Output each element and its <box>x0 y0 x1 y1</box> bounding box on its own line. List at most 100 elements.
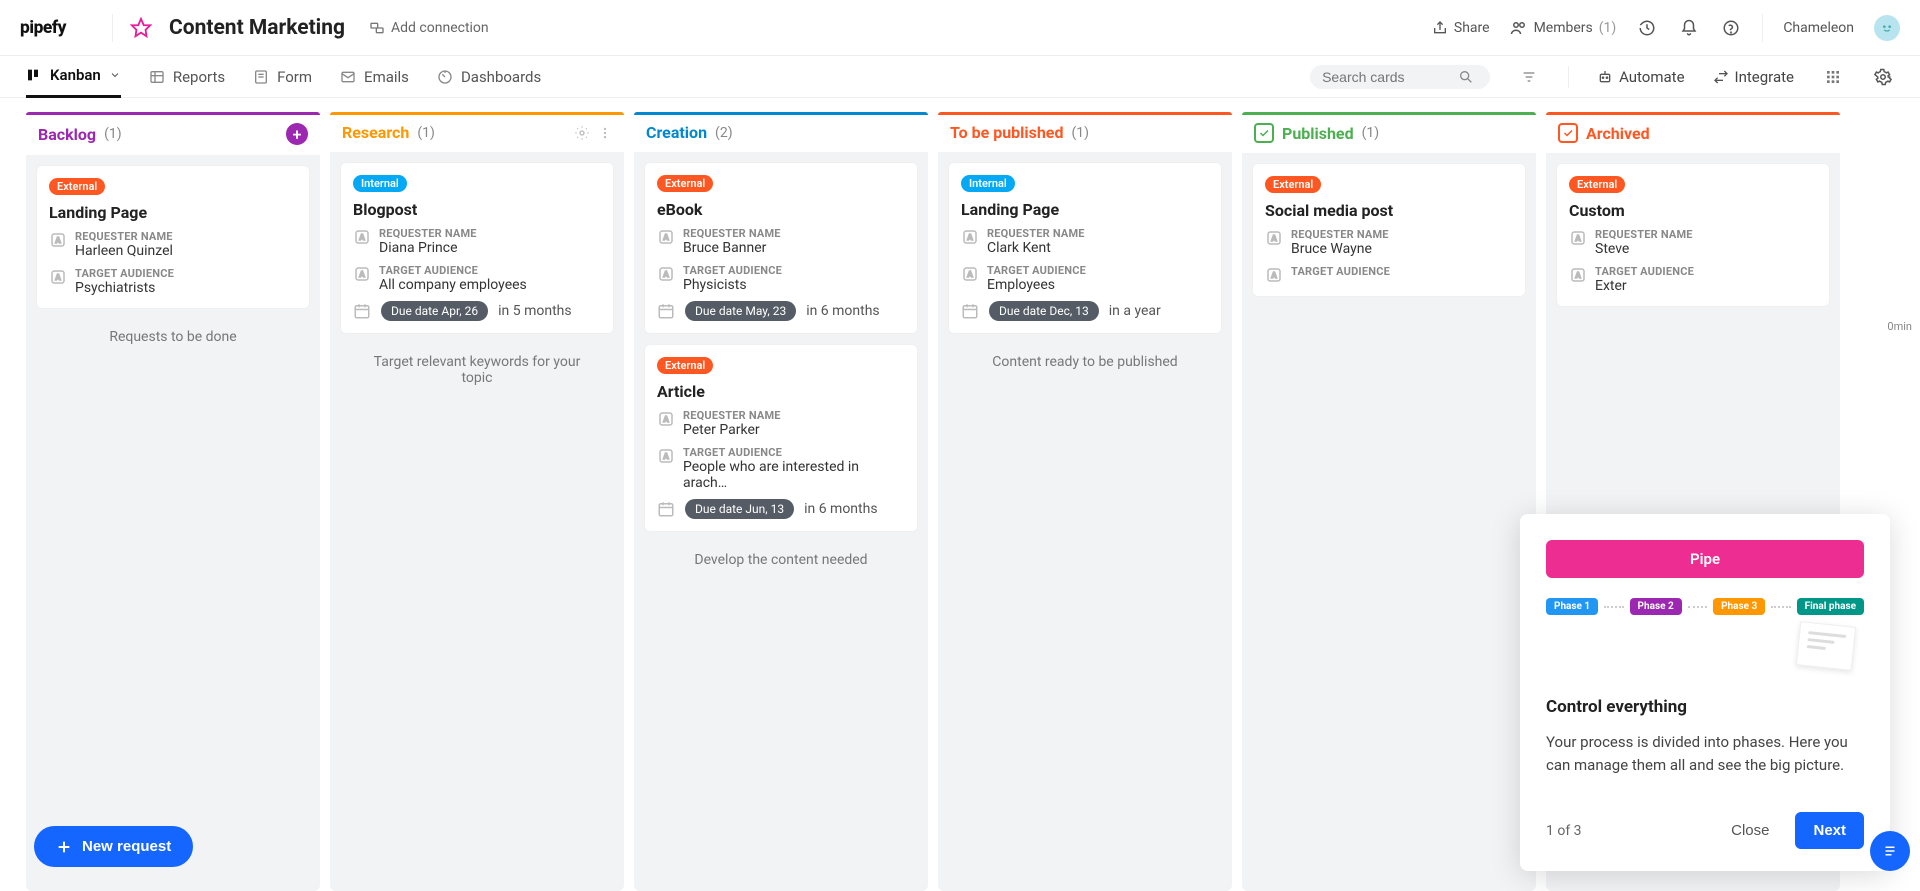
field-label: TARGET AUDIENCE <box>1291 265 1390 278</box>
phase-chip: Phase 3 <box>1713 598 1765 615</box>
column-count: (1) <box>104 126 122 142</box>
view-kanban[interactable]: Kanban <box>26 56 121 98</box>
card-field: ATARGET AUDIENCEPhysicists <box>657 264 905 293</box>
new-request-button[interactable]: New request <box>34 826 193 867</box>
svg-text:A: A <box>663 233 669 243</box>
view-emails[interactable]: Emails <box>340 56 409 98</box>
username[interactable]: Chameleon <box>1783 20 1854 36</box>
field-icon: A <box>657 265 675 283</box>
column-backlog: Backlog(1)+ExternalLanding PageAREQUESTE… <box>26 112 320 891</box>
filter-icon[interactable] <box>1518 66 1540 88</box>
tour-close-button[interactable]: Close <box>1719 814 1781 847</box>
top-actions: Share Members (1) Chameleon <box>1432 14 1900 42</box>
add-connection-button[interactable]: Add connection <box>369 20 489 36</box>
column-published: Published(1)ExternalSocial media postARE… <box>1242 112 1536 891</box>
plus-icon <box>56 839 72 855</box>
phase-chip: Final phase <box>1797 598 1864 615</box>
card-label: External <box>1265 176 1321 193</box>
column-title: To be published <box>950 123 1063 142</box>
help-icon[interactable] <box>1720 17 1742 39</box>
view-form[interactable]: Form <box>253 56 312 98</box>
search-input-wrap[interactable] <box>1310 65 1490 89</box>
card-label: External <box>657 175 713 192</box>
calendar-icon <box>961 302 979 320</box>
due-date-row: Due date May, 23in 6 months <box>657 301 905 321</box>
field-label: TARGET AUDIENCE <box>683 264 782 277</box>
due-date-row: Due date Apr, 26in 5 months <box>353 301 601 321</box>
calendar-icon <box>657 500 675 518</box>
members-button[interactable]: Members (1) <box>1510 19 1617 37</box>
field-icon: A <box>657 447 675 465</box>
field-value: Employees <box>987 277 1086 293</box>
kanban-card[interactable]: ExternalArticleAREQUESTER NAMEPeter Park… <box>644 344 918 532</box>
kanban-card[interactable]: ExternalSocial media postAREQUESTER NAME… <box>1252 163 1526 297</box>
tour-next-button[interactable]: Next <box>1795 812 1864 849</box>
column-research: Research(1)InternalBlogpostAREQUESTER NA… <box>330 112 624 891</box>
gear-icon[interactable] <box>1872 66 1894 88</box>
kanban-card[interactable]: ExternalCustomAREQUESTER NAMESteveATARGE… <box>1556 163 1830 307</box>
field-label: REQUESTER NAME <box>1595 228 1693 241</box>
phase-description: Requests to be done <box>36 319 310 355</box>
field-icon: A <box>657 410 675 428</box>
apps-icon[interactable] <box>1822 66 1844 88</box>
card-field: ATARGET AUDIENCE <box>1265 265 1513 284</box>
column-creation: Creation(2)ExternaleBookAREQUESTER NAMEB… <box>634 112 928 891</box>
kanban-card[interactable]: ExternalLanding PageAREQUESTER NAMEHarle… <box>36 165 310 309</box>
divider <box>112 14 113 42</box>
logo[interactable]: pipefy <box>20 17 98 39</box>
kanban-card[interactable]: InternalLanding PageAREQUESTER NAMEClark… <box>948 162 1222 334</box>
search-input[interactable] <box>1322 69 1452 85</box>
field-label: TARGET AUDIENCE <box>683 446 905 459</box>
field-label: REQUESTER NAME <box>987 227 1085 240</box>
due-relative: in 6 months <box>806 303 879 319</box>
card-field: A TARGET AUDIENCEAll company employees <box>353 264 601 293</box>
column-title: Creation <box>646 123 707 142</box>
tour-pipe-label: Pipe <box>1546 540 1864 578</box>
card-field: AREQUESTER NAMEClark Kent <box>961 227 1209 256</box>
view-dashboards[interactable]: Dashboards <box>437 56 541 98</box>
history-icon[interactable] <box>1636 17 1658 39</box>
tour-step-indicator: 1 of 3 <box>1546 823 1705 839</box>
integrate-button[interactable]: Integrate <box>1713 68 1794 86</box>
bell-icon[interactable] <box>1678 17 1700 39</box>
field-label: REQUESTER NAME <box>683 227 781 240</box>
due-relative: in 6 months <box>804 501 877 517</box>
add-card-icon[interactable]: + <box>286 123 308 145</box>
field-label: TARGET AUDIENCE <box>379 264 527 277</box>
field-icon: A <box>353 265 371 283</box>
column-options[interactable] <box>574 125 612 141</box>
field-value: Steve <box>1595 241 1693 257</box>
svg-text:A: A <box>55 236 61 246</box>
field-icon: A <box>1569 229 1587 247</box>
tour-body: Your process is divided into phases. Her… <box>1546 731 1864 776</box>
field-icon: A <box>49 231 67 249</box>
field-value: All company employees <box>379 277 527 293</box>
divider <box>1568 66 1569 88</box>
phase-chip: Phase 1 <box>1546 598 1598 615</box>
kanban-card[interactable]: InternalBlogpostAREQUESTER NAMEDiana Pri… <box>340 162 614 334</box>
card-title: Landing Page <box>49 203 297 222</box>
help-bubble[interactable] <box>1870 831 1910 871</box>
phase-description: Content ready to be published <box>948 344 1222 380</box>
svg-text:A: A <box>1575 271 1581 281</box>
card-label: External <box>657 357 713 374</box>
share-button[interactable]: Share <box>1432 20 1490 36</box>
due-date-row: Due date Jun, 13in 6 months <box>657 499 905 519</box>
due-relative: in 5 months <box>498 303 571 319</box>
field-value: Peter Parker <box>683 422 781 438</box>
favorite-star-icon[interactable] <box>127 14 155 42</box>
calendar-icon <box>657 302 675 320</box>
view-reports[interactable]: Reports <box>149 56 225 98</box>
column-title: Backlog <box>38 125 96 144</box>
kanban-card[interactable]: ExternaleBookAREQUESTER NAMEBruce Banner… <box>644 162 918 334</box>
time-indicator: 0min <box>1887 320 1912 333</box>
field-label: REQUESTER NAME <box>683 409 781 422</box>
card-title: Blogpost <box>353 200 601 219</box>
field-label: REQUESTER NAME <box>379 227 477 240</box>
avatar[interactable] <box>1874 15 1900 41</box>
tour-popup: ✕ Pipe Phase 1Phase 2Phase 3Final phase … <box>1520 514 1890 871</box>
svg-text:A: A <box>967 270 973 280</box>
field-value: Diana Prince <box>379 240 477 256</box>
field-label: TARGET AUDIENCE <box>1595 265 1694 278</box>
automate-button[interactable]: Automate <box>1597 68 1684 86</box>
